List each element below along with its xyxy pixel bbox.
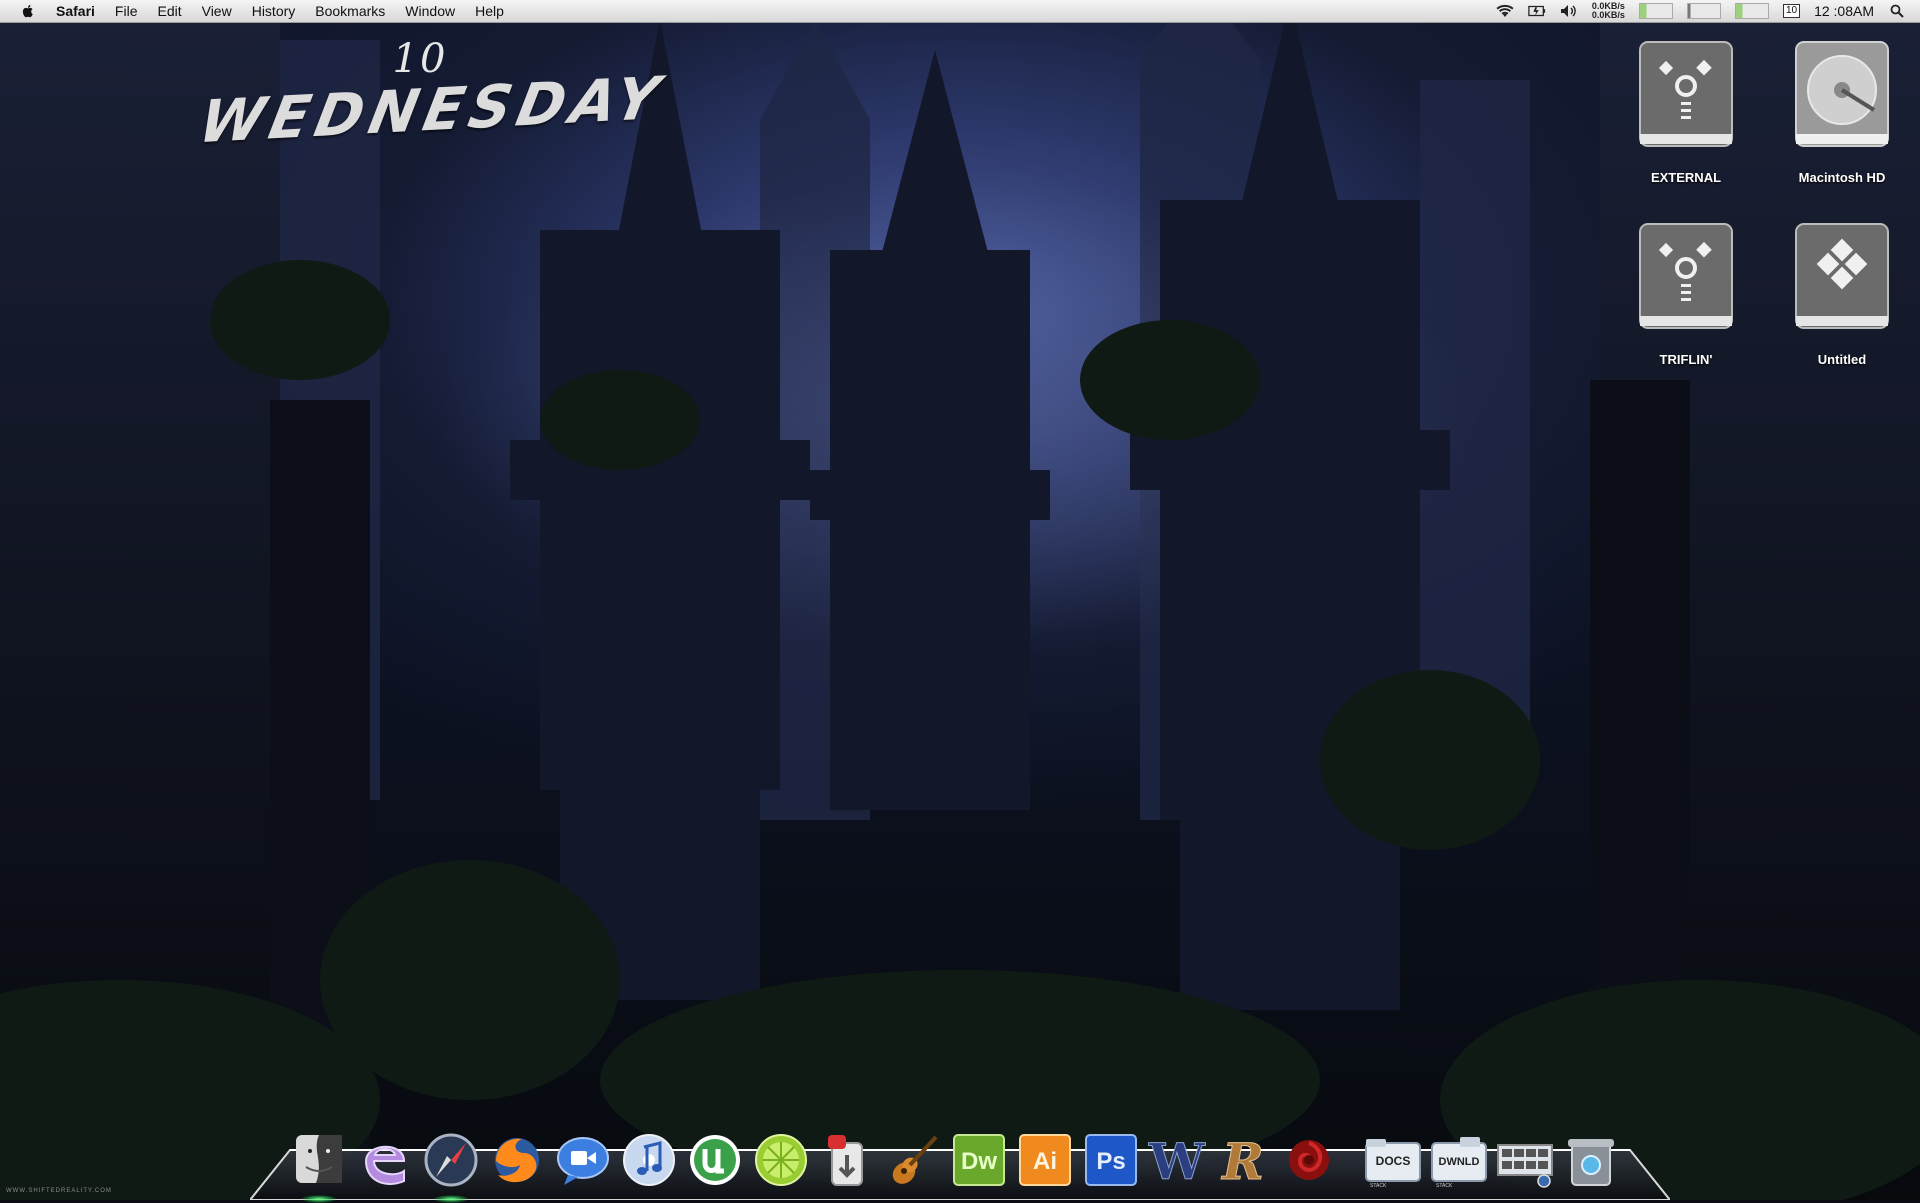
dock-item-finder[interactable] (288, 1129, 350, 1203)
red-rose-icon (1289, 1140, 1329, 1180)
applications-stack-icon (1497, 1144, 1553, 1188)
dock-item-coda[interactable] (354, 1129, 416, 1191)
e-editor-icon (364, 1145, 406, 1186)
disk-meter (1734, 3, 1769, 19)
itunes-icon (623, 1134, 675, 1186)
dreamweaver-text: Dw (961, 1148, 997, 1175)
firewire-drive-icon (1639, 41, 1733, 147)
stack-label-downloads: DWNLD (1439, 1156, 1480, 1168)
stack-sub-downloads: STACK (1436, 1183, 1453, 1189)
menu-bar: Safari File Edit View History Bookmarks … (0, 0, 1920, 23)
hard-disk-icon (1795, 41, 1889, 147)
firefox-icon (495, 1138, 539, 1183)
photoshop-text: Ps (1096, 1148, 1125, 1175)
dock-item-firefox[interactable] (486, 1129, 548, 1191)
docs-stack-icon: DOCS STACK (1365, 1139, 1421, 1189)
dock-stack-applications[interactable] (1494, 1129, 1556, 1191)
finder-icon (296, 1135, 342, 1183)
safari-compass-icon (424, 1133, 478, 1187)
menu-bookmarks[interactable]: Bookmarks (305, 0, 395, 22)
r-logo-icon: R (1220, 1132, 1265, 1190)
drive-triflin[interactable]: TRIFLIN' (1616, 222, 1756, 367)
utorrent-icon (690, 1135, 740, 1185)
dock-item-transmit[interactable] (816, 1129, 878, 1191)
bootcamp-drive-icon (1795, 223, 1889, 329)
ichat-video-icon (557, 1137, 609, 1185)
net-down-speed: 0.0KB/s (1591, 10, 1625, 20)
menu-edit[interactable]: Edit (147, 0, 191, 22)
battery-icon[interactable] (1528, 3, 1546, 19)
menu-file[interactable]: File (105, 0, 148, 22)
app-menu-safari[interactable]: Safari (46, 0, 105, 22)
drive-label: EXTERNAL (1650, 170, 1722, 185)
memory-meter (1686, 3, 1721, 19)
drive-label: Untitled (1817, 352, 1867, 367)
apple-menu-icon[interactable] (20, 3, 36, 19)
dock-item-r-app[interactable]: R (1212, 1129, 1274, 1191)
running-indicator (433, 1195, 469, 1203)
dock-item-w-app[interactable]: W (1146, 1129, 1208, 1191)
guitar-icon (892, 1135, 938, 1184)
dock-item-limewire[interactable] (750, 1129, 812, 1191)
dock-item-ichat[interactable] (552, 1129, 614, 1191)
dock-item-utorrent[interactable] (684, 1129, 746, 1191)
dock-item-garageband[interactable] (882, 1129, 944, 1191)
running-indicator (301, 1195, 337, 1203)
trash-icon (1568, 1139, 1614, 1186)
dock-item-dreamweaver[interactable]: Dw (948, 1129, 1010, 1191)
dock-stack-docs[interactable]: DOCS STACK (1362, 1129, 1424, 1191)
date-widget: 10 WEDNESDAY (194, 36, 671, 156)
firewire-drive-icon (1639, 223, 1733, 329)
dreamweaver-icon: Dw (953, 1134, 1005, 1186)
calendar-date-badge[interactable]: 10 (1782, 4, 1801, 18)
menu-help[interactable]: Help (465, 0, 514, 22)
network-speed: 0.0KB/s 0.0KB/s (1592, 2, 1625, 20)
drive-external[interactable]: EXTERNAL (1616, 40, 1756, 185)
drive-macintosh-hd[interactable]: Macintosh HD (1772, 40, 1912, 185)
menu-history[interactable]: History (242, 0, 306, 22)
cpu-meter (1638, 3, 1673, 19)
w-logo-text: W (1148, 1132, 1206, 1189)
stack-label-docs: DOCS (1376, 1154, 1411, 1168)
r-logo-text: R (1220, 1132, 1264, 1189)
spotlight-search-icon[interactable] (1888, 3, 1906, 19)
w-logo-icon: W (1148, 1132, 1206, 1190)
dock-item-photoshop[interactable]: Ps (1080, 1129, 1142, 1191)
drive-label: Macintosh HD (1798, 170, 1886, 185)
dock-item-rose[interactable] (1278, 1129, 1340, 1191)
limewire-icon (755, 1134, 807, 1186)
dock-stack-downloads[interactable]: DWNLD STACK (1428, 1129, 1490, 1191)
illustrator-icon: Ai (1019, 1134, 1071, 1186)
menu-view[interactable]: View (192, 0, 242, 22)
menubar-clock[interactable]: 12 :08AM (1814, 3, 1874, 19)
dock-item-safari[interactable] (420, 1129, 482, 1203)
drive-untitled[interactable]: Untitled (1772, 222, 1912, 367)
illustrator-text: Ai (1033, 1148, 1057, 1175)
menu-window[interactable]: Window (395, 0, 465, 22)
transmit-icon (828, 1135, 863, 1186)
dock-item-itunes[interactable] (618, 1129, 680, 1191)
wifi-icon[interactable] (1496, 3, 1514, 19)
stack-sub-docs: STACK (1370, 1183, 1387, 1189)
drive-label: TRIFLIN' (1659, 352, 1713, 367)
dock-item-illustrator[interactable]: Ai (1014, 1129, 1076, 1191)
volume-icon[interactable] (1560, 3, 1578, 19)
wallpaper-watermark: WWW.SHIFTEDREALITY.COM (6, 1188, 112, 1194)
dock-item-trash[interactable] (1560, 1129, 1622, 1191)
photoshop-icon: Ps (1085, 1134, 1137, 1186)
dock: Dw Ai Ps W R DOCS STACK DWNLD STACK (288, 1115, 1626, 1203)
downloads-stack-icon: DWNLD STACK (1431, 1137, 1487, 1189)
